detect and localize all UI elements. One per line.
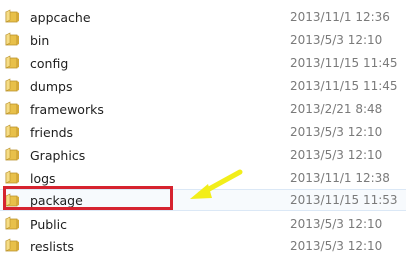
- folder-icon: [5, 9, 21, 24]
- folder-row-frameworks[interactable]: frameworks 2013/2/21 8:48: [0, 98, 406, 120]
- folder-icon: [5, 170, 21, 185]
- folder-icon: [5, 216, 21, 231]
- folder-date-modified: 2013/11/15 11:45: [290, 56, 398, 70]
- file-list: appcache 2013/11/1 12:36 bin 2013/5/3 12…: [0, 0, 406, 261]
- folder-name: config: [30, 55, 69, 71]
- folder-name: bin: [30, 32, 50, 48]
- folder-row-dumps[interactable]: dumps 2013/11/15 11:45: [0, 75, 406, 97]
- folder-name: friends: [30, 124, 74, 140]
- folder-name: Graphics: [30, 147, 86, 163]
- folder-name: logs: [30, 170, 56, 186]
- folder-icon: [5, 238, 21, 253]
- folder-name: dumps: [30, 78, 73, 94]
- folder-row-reslists[interactable]: reslists 2013/5/3 12:10: [0, 235, 406, 257]
- folder-date-modified: 2013/5/3 12:10: [290, 33, 383, 47]
- folder-row-friends[interactable]: friends 2013/5/3 12:10: [0, 121, 406, 143]
- folder-name: appcache: [30, 9, 91, 25]
- folder-name: Public: [30, 216, 67, 232]
- folder-row-package[interactable]: package 2013/11/15 11:53: [0, 189, 406, 211]
- folder-row-appcache[interactable]: appcache 2013/11/1 12:36: [0, 6, 406, 28]
- folder-name: package: [30, 192, 83, 208]
- folder-icon: [5, 55, 21, 70]
- folder-date-modified: 2013/5/3 12:10: [290, 148, 383, 162]
- folder-date-modified: 2013/11/1 12:38: [290, 171, 390, 185]
- folder-date-modified: 2013/11/15 11:53: [290, 193, 398, 207]
- folder-icon: [5, 101, 21, 116]
- folder-date-modified: 2013/2/21 8:48: [290, 102, 383, 116]
- folder-row-bin[interactable]: bin 2013/5/3 12:10: [0, 29, 406, 51]
- folder-icon: [5, 193, 21, 208]
- folder-date-modified: 2013/5/3 12:10: [290, 125, 383, 139]
- folder-date-modified: 2013/5/3 12:10: [290, 217, 383, 231]
- folder-icon: [5, 124, 21, 139]
- folder-row-logs[interactable]: logs 2013/11/1 12:38: [0, 167, 406, 189]
- folder-row-public[interactable]: Public 2013/5/3 12:10: [0, 213, 406, 235]
- folder-icon: [5, 32, 21, 47]
- folder-name: reslists: [30, 238, 74, 254]
- folder-icon: [5, 147, 21, 162]
- folder-date-modified: 2013/11/15 11:45: [290, 79, 398, 93]
- folder-name: frameworks: [30, 101, 104, 117]
- folder-date-modified: 2013/5/3 12:10: [290, 239, 383, 253]
- folder-row-graphics[interactable]: Graphics 2013/5/3 12:10: [0, 144, 406, 166]
- folder-icon: [5, 78, 21, 93]
- folder-date-modified: 2013/11/1 12:36: [290, 10, 390, 24]
- folder-row-config[interactable]: config 2013/11/15 11:45: [0, 52, 406, 74]
